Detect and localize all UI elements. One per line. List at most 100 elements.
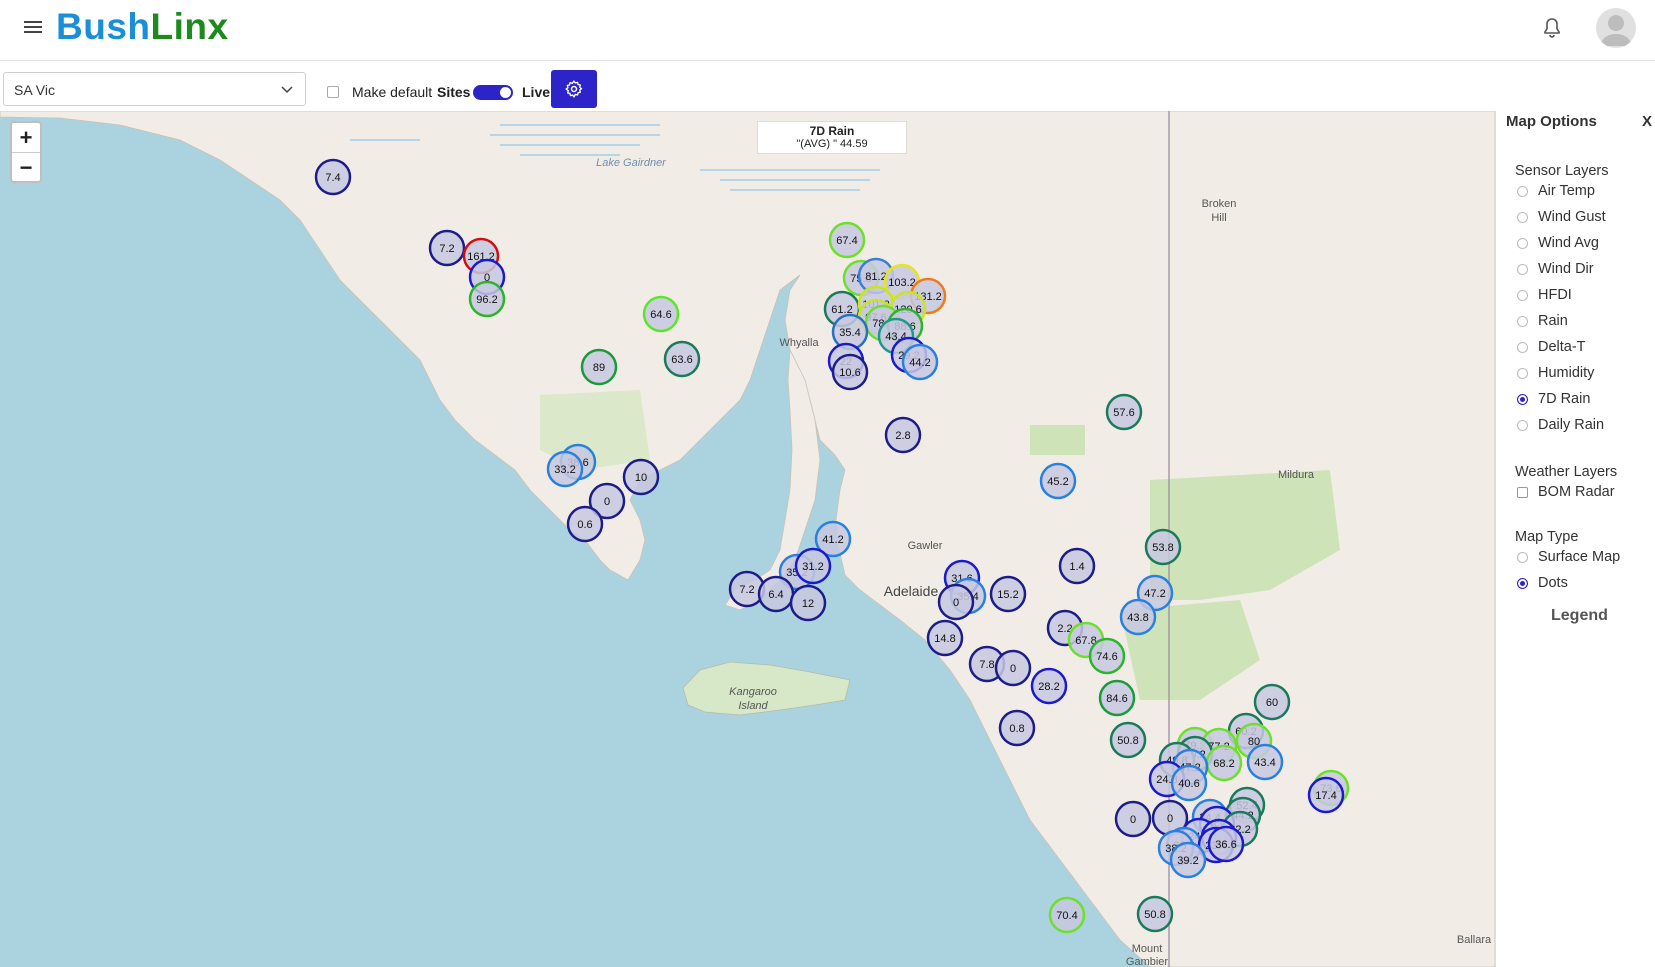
sites-label: Sites <box>437 84 471 100</box>
sensor-marker[interactable]: 70.4 <box>1048 896 1086 934</box>
notification-bell-icon[interactable] <box>1540 16 1564 40</box>
sensor-marker-value: 7.4 <box>325 172 340 184</box>
sensor-marker[interactable]: 40.6 <box>1170 764 1208 802</box>
sensor-marker[interactable]: 39.2 <box>1169 841 1207 879</box>
sensor-marker-value: 36.6 <box>1215 839 1236 851</box>
sensor-marker[interactable]: 0.8 <box>998 709 1036 747</box>
zoom-out-button[interactable]: − <box>12 153 40 182</box>
sensor-marker-value: 0 <box>604 496 610 508</box>
legend-button[interactable]: Legend <box>1551 607 1608 625</box>
zoom-in-button[interactable]: + <box>12 123 40 153</box>
app-logo[interactable]: BushLinx <box>56 6 229 48</box>
sensor-marker[interactable]: 33.2 <box>546 450 584 488</box>
sensor-marker[interactable]: 0 <box>1114 800 1152 838</box>
sensor-marker[interactable]: 7.2 <box>428 229 466 267</box>
sensor-layer-option-wind-avg[interactable]: Wind Avg <box>1517 235 1599 251</box>
sensor-marker[interactable]: 36.6 <box>1207 825 1245 863</box>
average-value: "(AVG) " 44.59 <box>796 138 868 150</box>
close-panel-button[interactable]: X <box>1642 113 1652 130</box>
sensor-marker[interactable]: 68.2 <box>1205 744 1243 782</box>
sensor-marker[interactable]: 50.8 <box>1136 895 1174 933</box>
sensor-marker[interactable]: 0.6 <box>566 505 604 543</box>
sensor-marker[interactable]: 64.6 <box>642 295 680 333</box>
sensor-layer-option-wind-dir[interactable]: Wind Dir <box>1517 261 1594 277</box>
sensor-layer-option-delta-t[interactable]: Delta-T <box>1517 339 1586 355</box>
sensor-marker-value: 84.6 <box>1106 693 1127 705</box>
option-label: Air Temp <box>1538 183 1595 199</box>
place-gawler: Gawler <box>908 540 943 552</box>
sensor-marker[interactable]: 84.6 <box>1098 679 1136 717</box>
sensor-marker[interactable]: 43.8 <box>1119 598 1157 636</box>
menu-icon[interactable] <box>24 18 42 36</box>
sensor-marker-value: 7.2 <box>739 584 754 596</box>
sensor-layers-heading: Sensor Layers <box>1515 163 1609 179</box>
sensor-marker[interactable]: 1.4 <box>1058 547 1096 585</box>
bom-radar-checkbox[interactable]: BOM Radar <box>1517 484 1615 500</box>
make-default-checkbox[interactable] <box>327 86 339 98</box>
weather-layers-heading: Weather Layers <box>1515 464 1618 480</box>
sensor-layer-option-humidity[interactable]: Humidity <box>1517 365 1594 381</box>
radio-button <box>1517 368 1528 379</box>
sensor-marker[interactable]: 53.8 <box>1144 528 1182 566</box>
sensor-marker[interactable]: 45.2 <box>1039 462 1077 500</box>
sensor-marker[interactable]: 57.6 <box>1105 393 1143 431</box>
sensor-marker-value: 44.2 <box>909 357 930 369</box>
sensor-marker[interactable]: 10 <box>622 458 660 496</box>
sensor-marker[interactable]: 74.6 <box>1088 637 1126 675</box>
map-type-option-surface-map[interactable]: Surface Map <box>1517 549 1620 565</box>
sensor-layer-option-daily-rain[interactable]: Daily Rain <box>1517 417 1604 433</box>
sensor-marker[interactable]: 96.2 <box>468 280 506 318</box>
sensor-marker[interactable]: 15.2 <box>989 575 1027 613</box>
sensor-marker[interactable]: 28.2 <box>1030 667 1068 705</box>
sensor-marker-value: 0.6 <box>577 519 592 531</box>
sensor-marker[interactable]: 7.4 <box>314 158 352 196</box>
sensor-marker[interactable]: 0 <box>937 583 975 621</box>
sensor-marker[interactable]: 89 <box>580 348 618 386</box>
sensor-marker[interactable]: 31.2 <box>794 547 832 585</box>
sensor-layer-option-7d-rain[interactable]: 7D Rain <box>1517 391 1590 407</box>
sensor-marker-value: 15.2 <box>997 589 1018 601</box>
radio-button <box>1517 420 1528 431</box>
sensor-marker[interactable]: 6.4 <box>757 575 795 613</box>
sensor-marker[interactable]: 10.6 <box>831 353 869 391</box>
sensor-marker-value: 10 <box>635 472 647 484</box>
option-label: Wind Avg <box>1538 235 1599 251</box>
region-select[interactable]: SA Vic <box>3 72 306 106</box>
option-label: Surface Map <box>1538 549 1621 565</box>
place-kangaroo-island: Island <box>738 700 768 712</box>
sensor-marker-value: 40.6 <box>1178 778 1199 790</box>
sensor-marker-value: 74.6 <box>1096 651 1117 663</box>
sensor-marker[interactable]: 63.6 <box>663 340 701 378</box>
sensor-marker[interactable]: 14.8 <box>926 619 964 657</box>
map-type-option-dots[interactable]: Dots <box>1517 575 1568 591</box>
sensor-marker-value: 41.2 <box>822 534 843 546</box>
sensor-marker-value: 1.4 <box>1069 561 1084 573</box>
sensor-layer-option-wind-gust[interactable]: Wind Gust <box>1517 209 1606 225</box>
sensor-marker[interactable]: 17.4 <box>1307 776 1345 814</box>
option-label: 7D Rain <box>1538 391 1591 407</box>
sensor-layer-option-hfdi[interactable]: HFDI <box>1517 287 1572 303</box>
sensor-marker[interactable]: 50.8 <box>1109 721 1147 759</box>
sensor-marker[interactable]: 67.4 <box>828 221 866 259</box>
sensor-marker-value: 17.4 <box>1315 790 1336 802</box>
option-label: Rain <box>1538 313 1568 329</box>
map-canvas[interactable]: Lake Gairdner Broken Hill Whyalla Mildur… <box>0 111 1495 967</box>
sensor-marker[interactable]: 0 <box>994 649 1032 687</box>
sensor-marker[interactable]: 12 <box>789 584 827 622</box>
sensor-layer-option-rain[interactable]: Rain <box>1517 313 1568 329</box>
sensor-marker-value: 7.8 <box>979 659 994 671</box>
zoom-control: + − <box>10 121 42 183</box>
sensor-marker-value: 45.2 <box>1047 476 1068 488</box>
sensor-marker-value: 10.6 <box>839 367 860 379</box>
region-select-value: SA Vic <box>14 82 55 98</box>
sensor-layer-option-air-temp[interactable]: Air Temp <box>1517 183 1595 199</box>
sensor-marker[interactable]: 43.4 <box>1246 743 1284 781</box>
option-label: Wind Dir <box>1538 261 1594 277</box>
radio-button <box>1517 238 1528 249</box>
sensor-marker[interactable]: 44.2 <box>901 343 939 381</box>
settings-button[interactable] <box>551 70 597 108</box>
sensor-marker[interactable]: 2.8 <box>884 416 922 454</box>
live-toggle[interactable] <box>473 85 513 100</box>
sensor-marker[interactable]: 60 <box>1253 683 1291 721</box>
user-avatar[interactable] <box>1596 8 1636 48</box>
